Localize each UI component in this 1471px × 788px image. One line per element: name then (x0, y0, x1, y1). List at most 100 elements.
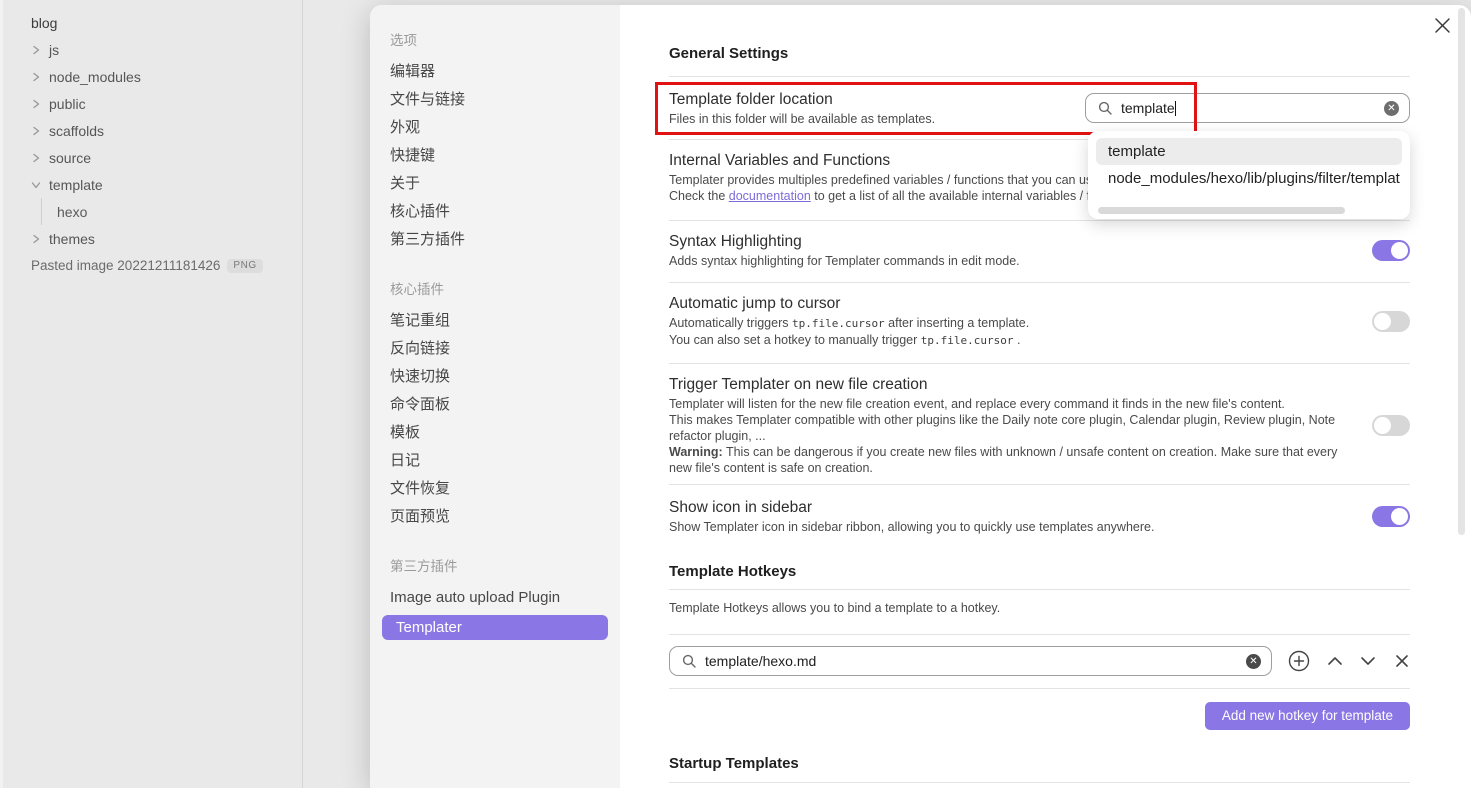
tree-item-js[interactable]: js (31, 36, 302, 63)
nav-item-appearance[interactable]: 外观 (390, 114, 608, 142)
vertical-scrollbar[interactable] (1458, 8, 1465, 535)
setting-template-folder: Template folder location Files in this f… (669, 77, 1410, 139)
setting-name: Template folder location (669, 89, 1085, 111)
template-folder-input[interactable]: template ✕ (1085, 93, 1410, 123)
setting-info: Show icon in sidebar Show Templater icon… (669, 497, 1372, 535)
search-icon (682, 654, 696, 668)
nav-item-core-plugins[interactable]: 核心插件 (390, 198, 608, 226)
tree-item-themes[interactable]: themes (31, 225, 302, 252)
tree-item-scaffolds[interactable]: scaffolds (31, 117, 302, 144)
suggestion-item[interactable]: node_modules/hexo/lib/plugins/filter/tem… (1096, 165, 1402, 192)
setting-desc: Templater will listen for the new file c… (669, 396, 1348, 476)
nav-item-backlinks[interactable]: 反向链接 (390, 335, 608, 363)
toggle-knob (1374, 313, 1391, 330)
tree-item-label: template (49, 177, 103, 193)
settings-modal: 选项 编辑器 文件与链接 外观 快捷键 关于 核心插件 第三方插件 核心插件 笔… (370, 5, 1471, 788)
chevron-right-icon (31, 99, 41, 109)
template-hotkeys-heading: Template Hotkeys (669, 563, 1410, 580)
toggle-knob (1374, 417, 1391, 434)
move-down-icon[interactable] (1360, 656, 1376, 666)
setting-info: Trigger Templater on new file creation T… (669, 374, 1348, 476)
clear-icon[interactable]: ✕ (1246, 654, 1261, 669)
setting-show-icon: Show icon in sidebar Show Templater icon… (669, 485, 1410, 549)
nav-item-image-auto-upload[interactable]: Image auto upload Plugin (390, 584, 608, 612)
setting-syntax-highlighting: Syntax Highlighting Adds syntax highligh… (669, 221, 1410, 282)
tree-item-label: Pasted image 20221211181426 (31, 258, 220, 273)
nav-item-templater[interactable]: Templater (382, 615, 608, 640)
hotkey-template-input[interactable]: template/hexo.md ✕ (669, 646, 1272, 676)
nav-item-command-palette[interactable]: 命令面板 (390, 391, 608, 419)
warning-text: This can be dangerous if you create new … (669, 445, 1337, 475)
nav-item-community-plugins[interactable]: 第三方插件 (390, 226, 608, 254)
chevron-right-icon (31, 153, 41, 163)
desc-line: Check the (669, 189, 729, 203)
setting-trigger-on-creation: Trigger Templater on new file creation T… (669, 364, 1410, 484)
setting-jump-to-cursor: Automatic jump to cursor Automatically t… (669, 283, 1410, 363)
horizontal-scrollbar[interactable] (1098, 207, 1345, 214)
input-value: template (1121, 100, 1175, 116)
clear-icon[interactable]: ✕ (1384, 101, 1399, 116)
nav-item-quick-switcher[interactable]: 快速切换 (390, 363, 608, 391)
tree-item-node-modules[interactable]: node_modules (31, 63, 302, 90)
setting-name: Show icon in sidebar (669, 497, 1372, 519)
hotkey-row: template/hexo.md ✕ (669, 635, 1410, 688)
setting-name: Trigger Templater on new file creation (669, 374, 1348, 396)
nav-section-core-plugins: 核心插件 (390, 280, 608, 300)
setting-info: Automatic jump to cursor Automatically t… (669, 293, 1372, 349)
show-icon-toggle[interactable] (1372, 506, 1410, 527)
tree-children-template: hexo (41, 198, 302, 225)
suggestion-item[interactable]: template (1096, 138, 1402, 165)
close-icon[interactable] (1434, 17, 1451, 34)
code-tp-file-cursor: tp.file.cursor (921, 334, 1014, 347)
tree-item-label: scaffolds (49, 123, 104, 139)
add-new-hotkey-button[interactable]: Add new hotkey for template (1205, 702, 1410, 730)
tree-item-label: public (49, 96, 86, 112)
move-up-icon[interactable] (1327, 656, 1343, 666)
desc-line: Automatically triggers (669, 316, 792, 330)
divider (669, 782, 1410, 783)
settings-content: General Settings Template folder locatio… (620, 5, 1471, 788)
jump-to-cursor-toggle[interactable] (1372, 311, 1410, 332)
chevron-right-icon (31, 234, 41, 244)
nav-item-hotkeys[interactable]: 快捷键 (390, 142, 608, 170)
obsidian-workspace: blog js node_modules public scaffolds so… (0, 0, 1471, 788)
nav-item-file-recovery[interactable]: 文件恢复 (390, 475, 608, 503)
folder-suggestion-dropdown: template node_modules/hexo/lib/plugins/f… (1088, 131, 1410, 219)
setting-desc: Files in this folder will be available a… (669, 111, 1085, 127)
tree-item-public[interactable]: public (31, 90, 302, 117)
add-hotkey-icon[interactable] (1288, 650, 1310, 672)
settings-nav: 选项 编辑器 文件与链接 外观 快捷键 关于 核心插件 第三方插件 核心插件 笔… (370, 5, 620, 788)
chevron-right-icon (31, 126, 41, 136)
setting-desc: Adds syntax highlighting for Templater c… (669, 253, 1372, 269)
nav-item-files-links[interactable]: 文件与链接 (390, 86, 608, 114)
setting-desc: Show Templater icon in sidebar ribbon, a… (669, 519, 1372, 535)
button-row: Add new hotkey for template (669, 702, 1410, 730)
file-explorer: blog js node_modules public scaffolds so… (0, 0, 303, 788)
tree-item-source[interactable]: source (31, 144, 302, 171)
tree-item-template[interactable]: template (31, 171, 302, 198)
nav-item-daily-notes[interactable]: 日记 (390, 447, 608, 475)
syntax-highlighting-toggle[interactable] (1372, 240, 1410, 261)
nav-item-page-preview[interactable]: 页面预览 (390, 503, 608, 531)
desc-line: Templater provides multiples predefined … (669, 173, 1103, 187)
desc-line: Templater will listen for the new file c… (669, 397, 1285, 411)
nav-item-about[interactable]: 关于 (390, 170, 608, 198)
setting-name: Syntax Highlighting (669, 231, 1372, 253)
chevron-right-icon (31, 45, 41, 55)
nav-item-note-composer[interactable]: 笔记重组 (390, 307, 608, 335)
nav-item-editor[interactable]: 编辑器 (390, 58, 608, 86)
divider (669, 688, 1410, 689)
delete-icon[interactable] (1395, 654, 1409, 668)
tree-item-pasted-image[interactable]: Pasted image 20221211181426 PNG (31, 252, 302, 279)
tree-item-label: node_modules (49, 69, 141, 85)
tree-item-label: source (49, 150, 91, 166)
code-tp-file-cursor: tp.file.cursor (792, 317, 885, 330)
tree-item-hexo[interactable]: hexo (57, 198, 302, 225)
nav-item-templates[interactable]: 模板 (390, 419, 608, 447)
desc-line: You can also set a hotkey to manually tr… (669, 333, 921, 347)
trigger-on-creation-toggle[interactable] (1372, 415, 1410, 436)
search-icon (1098, 101, 1112, 115)
warning-label: Warning: (669, 445, 723, 459)
startup-templates-heading: Startup Templates (669, 755, 1410, 772)
documentation-link[interactable]: documentation (729, 189, 811, 203)
